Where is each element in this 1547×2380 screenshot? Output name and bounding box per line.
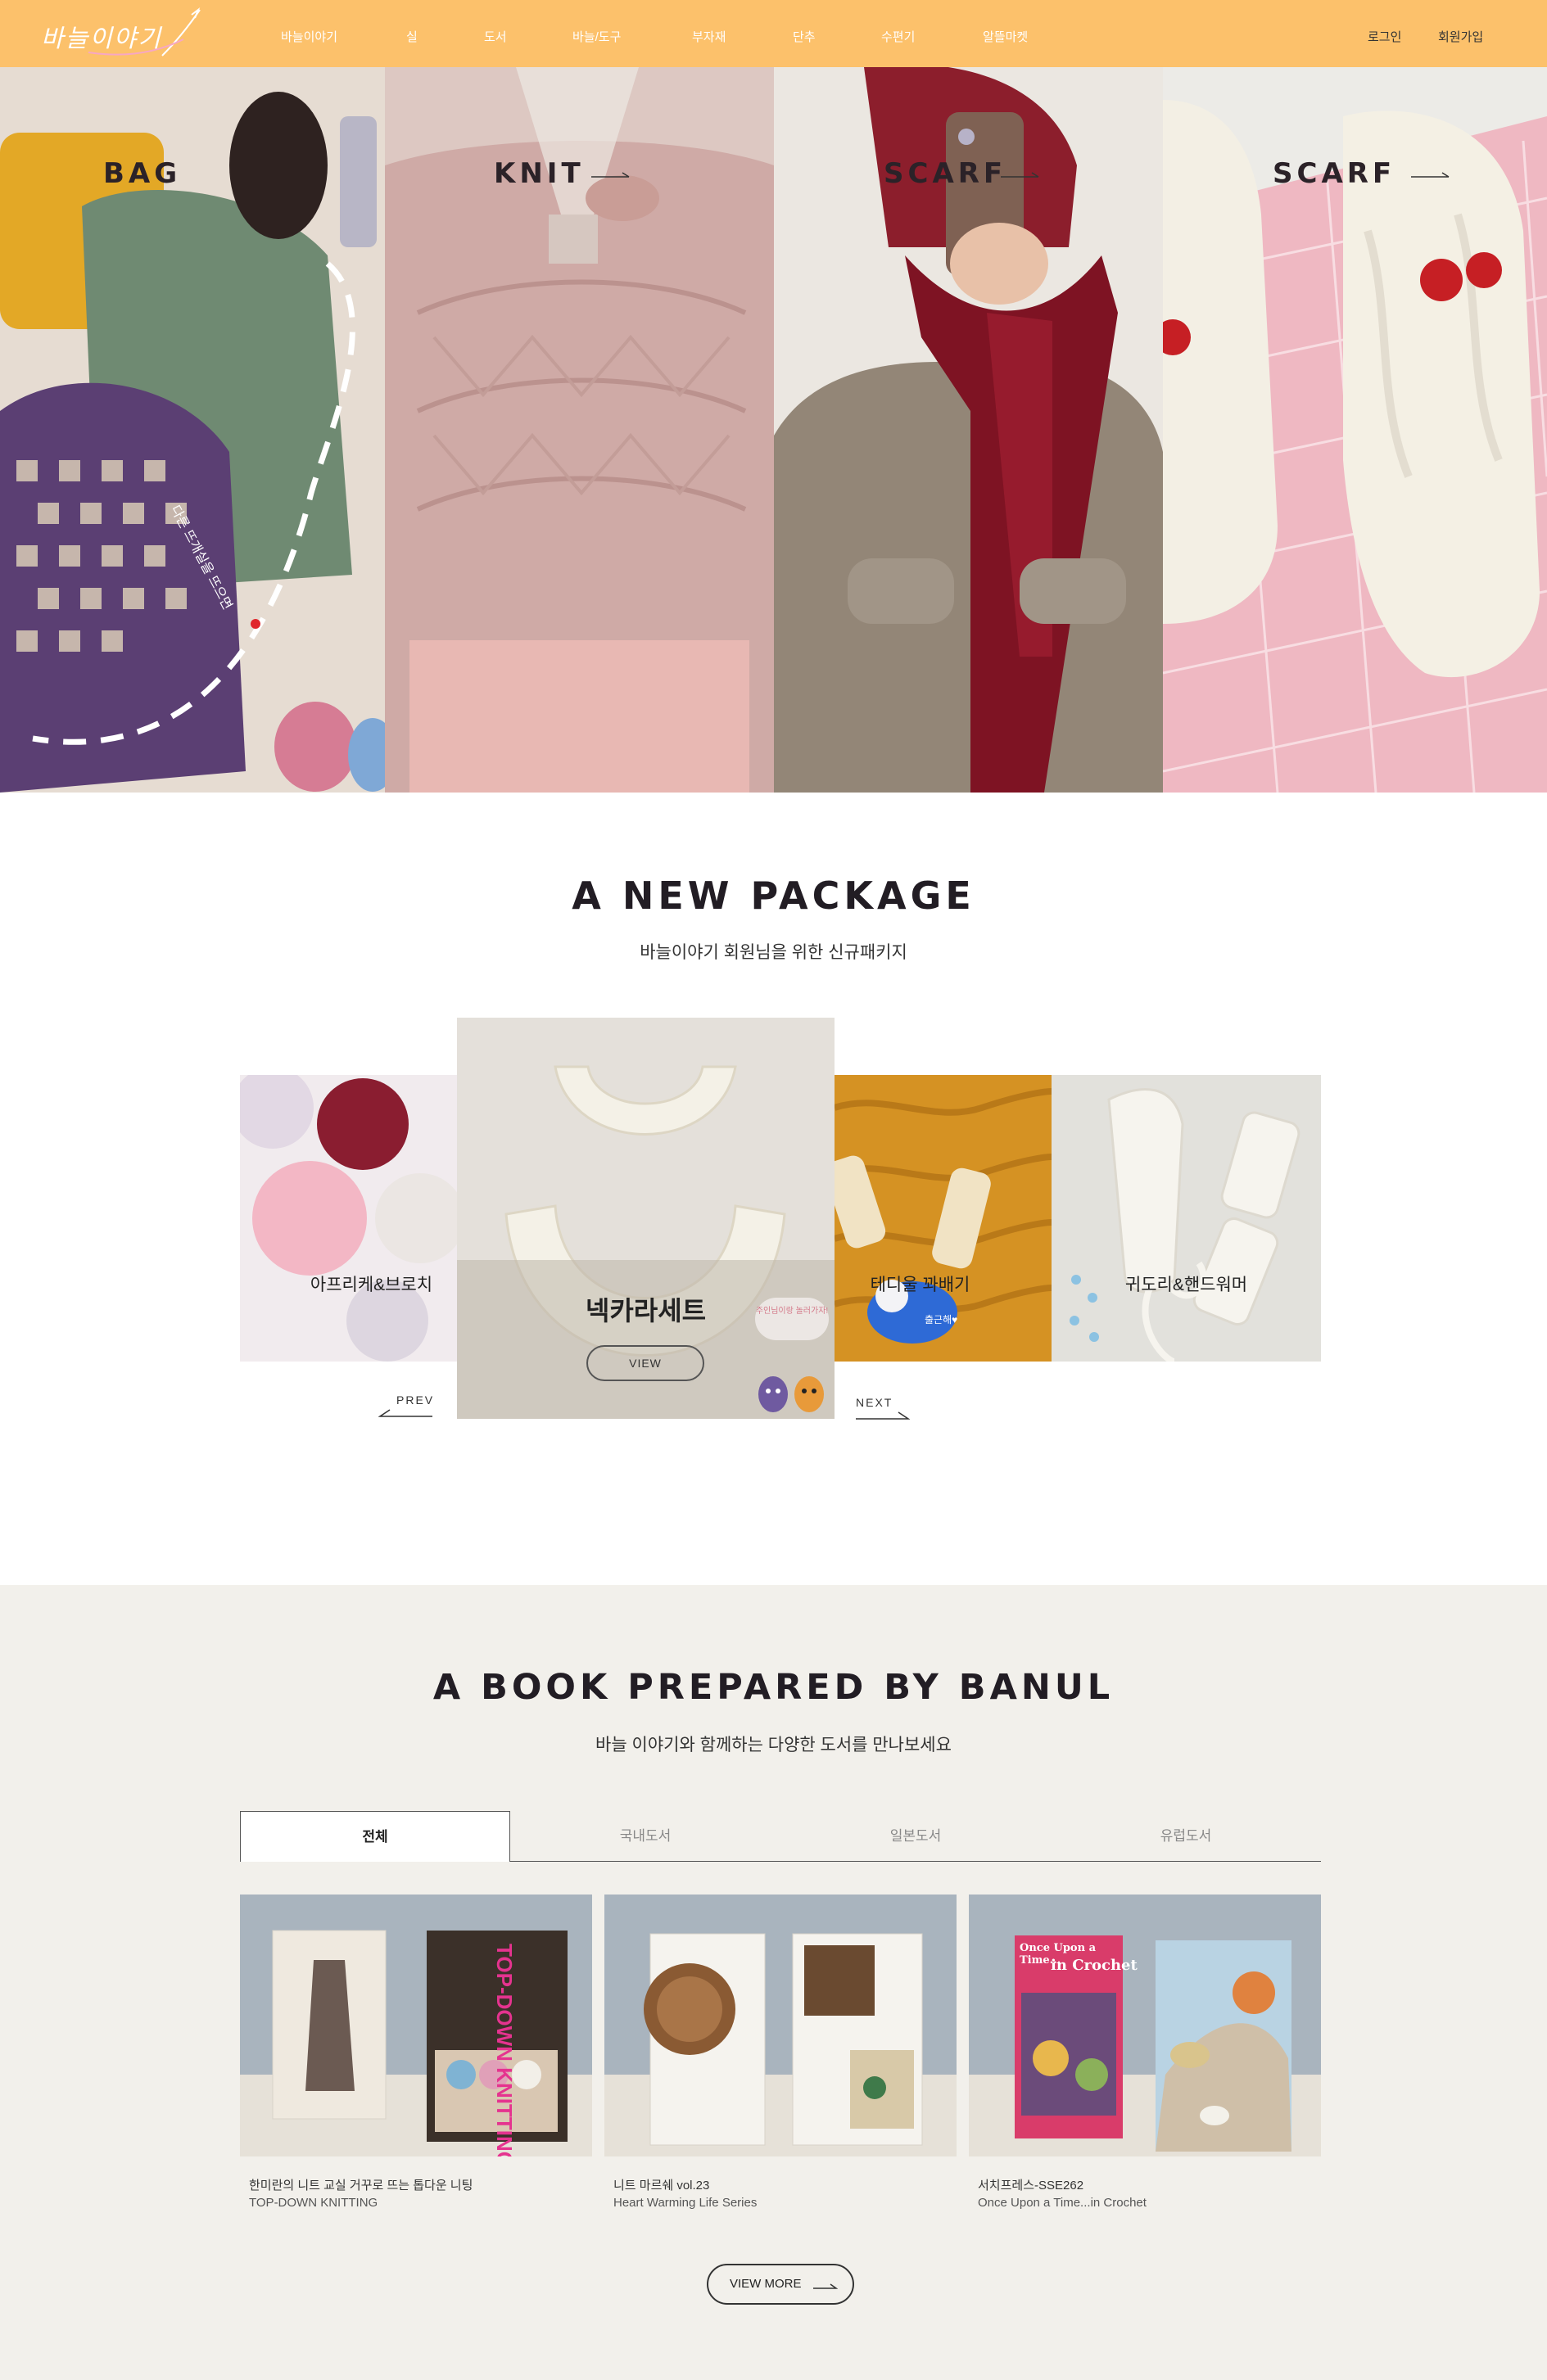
book-cover-photo <box>644 1933 923 2146</box>
package-card-label: 귀도리&핸드워머 <box>1124 1276 1248 1294</box>
nav-bargain-market[interactable]: 알뜰마켓 <box>983 28 1028 45</box>
book-cover-photo <box>272 1930 568 2142</box>
hero-label-knit: KNIT <box>494 157 585 190</box>
book-cover-photo <box>1015 1935 1291 2152</box>
view-more-label: VIEW MORE <box>730 2277 802 2291</box>
nav-banul-story[interactable]: 바늘이야기 <box>281 28 337 45</box>
tab-japanese-books[interactable]: 일본도서 <box>780 1811 1051 1862</box>
login-link[interactable]: 로그인 <box>1368 28 1401 45</box>
arrow-right-icon <box>813 2283 838 2289</box>
nav-buttons[interactable]: 단추 <box>793 28 816 45</box>
arrow-left-icon <box>378 1409 432 1417</box>
arrow-right-icon <box>1411 172 1450 178</box>
book-title: 니트 마르쉐 vol.23 <box>613 2179 710 2193</box>
book-subtitle: Once Upon a Time...in Crochet <box>978 2196 1147 2210</box>
book-card-top-down-knitting[interactable]: TOP-DOWN KNITTING <box>240 1895 592 2156</box>
books-title: A BOOK PREPARED BY BANUL <box>432 1667 1115 1708</box>
logo-text: 바늘이야기 <box>41 25 162 53</box>
hero-label-scarf-2: SCARF <box>1273 157 1396 190</box>
package-card-label: 아프리케&브로치 <box>310 1276 433 1294</box>
teddy-sticker: 출근해♥ <box>925 1314 958 1325</box>
bag-photo <box>0 67 385 793</box>
next-label: NEXT <box>856 1396 893 1409</box>
book-subtitle: Heart Warming Life Series <box>613 2196 758 2210</box>
nav-books[interactable]: 도서 <box>484 28 507 45</box>
books-subtitle: 바늘 이야기와 함께하는 다양한 도서를 만나보세요 <box>595 1736 952 1755</box>
site-logo[interactable]: 바늘이야기 <box>39 7 203 61</box>
site-header: 바늘이야기 바늘이야기 실 도서 바늘/도구 부자재 단추 수편기 알뜰마켓 로… <box>0 0 1547 67</box>
prev-label: PREV <box>396 1393 435 1407</box>
book-title: 한미란의 니트 교실 거꾸로 뜨는 톱다운 니팅 <box>249 2179 473 2193</box>
hero-panel-scarf-2[interactable]: SCARF <box>1163 67 1547 793</box>
nav-knitting-machine[interactable]: 수편기 <box>881 28 915 45</box>
hero-category-strip: 다른 뜨개실을 뜨으면 BAG KNIT SCARF SCARF <box>0 67 1547 793</box>
nav-needles-tools[interactable]: 바늘/도구 <box>572 28 621 45</box>
book-subtitle: TOP-DOWN KNITTING <box>249 2196 378 2210</box>
tab-all[interactable]: 전체 <box>240 1811 510 1862</box>
hero-label-bag: BAG <box>103 157 182 190</box>
package-card-teddy-wool[interactable]: 테디울 꽈배기 출근해♥ <box>835 1075 1052 1362</box>
package-title: A NEW PACKAGE <box>572 874 975 918</box>
book-title: 서치프레스-SSE262 <box>978 2179 1084 2193</box>
arrow-right-icon <box>591 172 630 178</box>
package-subtitle: 바늘이야기 회원님을 위한 신규패키지 <box>640 943 907 962</box>
hero-label-scarf: SCARF <box>884 157 1007 190</box>
package-card-neck-collar[interactable]: 넥카라세트 VIEW 주인님이랑 놀러가자! <box>457 1018 835 1419</box>
view-button[interactable]: VIEW <box>586 1345 704 1381</box>
hero-panel-knit[interactable]: KNIT <box>385 67 774 793</box>
arrow-right-icon <box>1001 172 1039 178</box>
book-card-once-upon-a-time[interactable]: Once Upon a Time... in Crochet <box>969 1895 1321 2156</box>
package-card-applique[interactable]: 아프리케&브로치 <box>240 1075 457 1362</box>
package-card-label: 테디울 꽈배기 <box>870 1276 970 1294</box>
speech-bubble-sticker: 주인님이랑 놀러가자! <box>755 1298 829 1340</box>
package-card-earmuff-handwarmer[interactable]: 귀도리&핸드워머 <box>1052 1075 1321 1362</box>
earmuff-photo <box>1052 1075 1321 1362</box>
view-more-button[interactable]: VIEW MORE <box>707 2264 854 2305</box>
arrow-right-icon <box>856 1411 910 1420</box>
book-card-knit-marche[interactable] <box>604 1895 957 2156</box>
nav-notions[interactable]: 부자재 <box>692 28 726 45</box>
hero-panel-scarf[interactable]: SCARF <box>774 67 1163 793</box>
book-cover-subtitle: in Crochet <box>1051 1957 1138 1974</box>
tab-domestic-books[interactable]: 국내도서 <box>510 1811 780 1862</box>
book-cover-title: TOP-DOWN KNITTING <box>492 1944 517 2156</box>
dog-cat-sticker-icon <box>758 1376 824 1412</box>
tab-european-books[interactable]: 유럽도서 <box>1051 1811 1321 1862</box>
applique-photo <box>240 1075 457 1362</box>
hero-panel-bag[interactable]: 다른 뜨개실을 뜨으면 BAG <box>0 67 385 793</box>
signup-link[interactable]: 회원가입 <box>1438 28 1483 45</box>
nav-yarn[interactable]: 실 <box>406 28 418 45</box>
